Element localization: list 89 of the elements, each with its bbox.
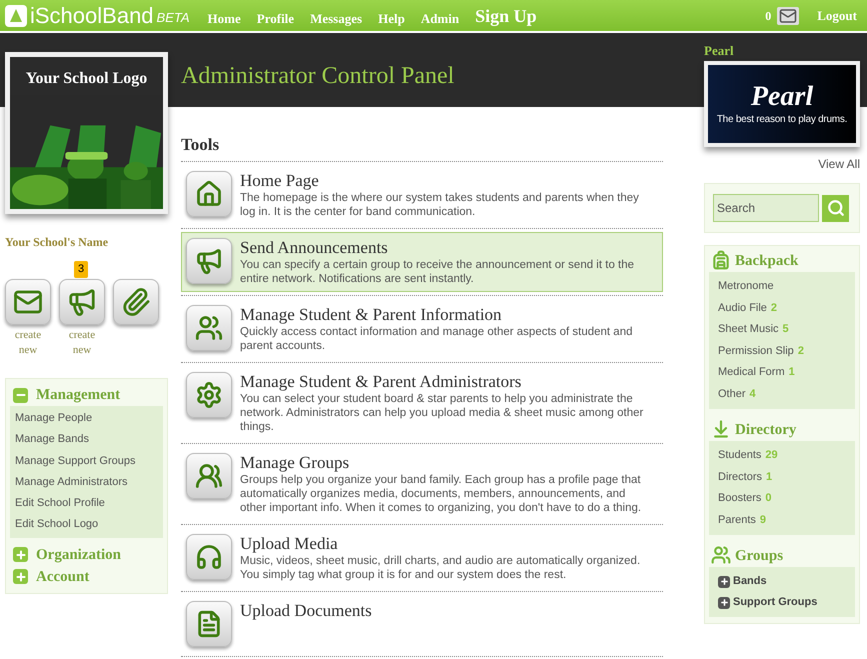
sponsor-label: Pearl [704,42,735,59]
menu-item[interactable]: Manage Administrators [10,472,163,494]
house-tile[interactable] [186,171,232,217]
menu-item[interactable]: Edit School Profile [10,493,163,514]
ad-logo: Pearl [750,82,814,112]
count-badge: 3 [74,261,88,278]
list-item[interactable]: Metronome [718,276,774,298]
tool-item[interactable]: Home Page The homepage is the where our system takes students and parents when they log in. It is the center for band communication. [181,165,663,225]
tool-title: Manage Student & Parent Administrators [240,372,522,391]
tool-item[interactable]: Send Announcements You can specify a certain group to receive the announcement or send it to the entire network. Notifications are sent instantly. [181,232,663,292]
headphones-tile[interactable] [186,534,232,580]
tool-description: Groups help you organize your band family. Each group has a profile page that automatically organizes media, documents, members, announcements, and other important info. When it comes to organizing, you don't have to do a thing. [240,473,642,515]
document-tile[interactable] [186,601,232,647]
ad-tagline: The best reason to play drums. [716,112,848,126]
list-item[interactable]: Parents [718,510,756,531]
tool-description: You can select your student board & star parents to help you administrate the network. Administrators can help you upload media & sheet music among other things. [240,392,644,434]
envelope-icon[interactable] [777,6,800,24]
house-icon [195,180,223,208]
school-name: Your School's Name [5,234,110,251]
envelope-button[interactable] [5,279,51,325]
list-item[interactable]: Students [718,445,762,466]
item-count: 29 [765,448,778,463]
item-count: 5 [782,322,789,337]
menu-item[interactable]: Manage Bands [10,429,163,451]
item-count: 2 [798,344,804,358]
megaphone-icon [67,287,97,317]
page-title: Administrator Control Panel [181,62,456,91]
item-count: 1 [766,470,772,484]
list-item[interactable]: Medical Form [718,362,785,384]
tool-title: Upload Media [240,534,339,553]
section-heading: Tools [181,132,663,162]
sponsor-ad[interactable]: Pearl The best reason to play drums. [704,61,860,147]
expand-icon[interactable] [718,576,730,588]
beta-label: BETA [156,8,190,27]
backpack-icon [711,250,731,270]
paperclip-icon [121,287,151,317]
search-field[interactable]: Search [713,194,819,222]
tool-description: The homepage is the where our system takes students and parents when they log in. It is the center for band communication. [240,191,640,219]
list-item[interactable]: Other [718,384,746,405]
family-icon [195,314,223,342]
people-tile[interactable] [186,453,232,499]
group-link[interactable]: Bands [733,571,767,592]
gear-icon [195,381,223,409]
panel-title: Backpack [735,252,798,270]
paperclip-button[interactable] [113,279,159,325]
expand-icon[interactable] [718,596,730,608]
view-all-link[interactable]: View All [818,155,860,173]
list-item[interactable]: Directors [718,466,762,488]
tool-item[interactable]: Upload Media Music, videos, sheet music, drill charts, and audio are automatically organized. You simply tag what group it is for and our system does the rest. [181,528,663,588]
create-new-link[interactable]: create new [8,328,48,358]
item-count: 4 [750,386,756,402]
megaphone-button[interactable] [59,279,105,325]
list-item[interactable]: Sheet Music [718,319,779,340]
people-icon [195,462,223,490]
people-icon [711,545,731,565]
search-icon [826,199,844,217]
tool-title: Home Page [240,171,320,190]
group-link[interactable]: Support Groups [733,592,818,613]
item-count: 0 [765,491,772,506]
megaphone-icon [195,247,223,275]
tool-description: Quickly access contact information and manage other aspects of student and parent accounts. [240,325,634,353]
list-item[interactable]: Permission Slip [718,340,794,362]
item-count: 2 [770,300,778,316]
tool-item[interactable]: Manage Student & Parent Administrators You can select your student board & star parents to help you administrate the network. Administrators can help you upload media & sheet music among other things. [181,366,663,440]
tool-title: Manage Student & Parent Information [240,305,503,324]
message-count: 0 [765,8,772,24]
logo-text: Your School Logo [24,69,148,89]
tool-description: You can specify a certain group to receive the announcement or send it to the entire network. Notifications are sent instantly. [240,258,636,286]
school-logo[interactable]: Your School Logo [5,52,168,214]
item-count: 9 [760,512,766,528]
tool-item[interactable]: Manage Student & Parent Information Quickly access contact information and manage other aspects of student and parent accounts. [181,299,663,359]
megaphone-tile[interactable] [186,238,232,284]
create-new-link[interactable]: create new [62,328,102,358]
menu-item[interactable]: Edit School Logo [10,514,163,536]
tool-description: Music, videos, sheet music, drill charts, and audio are automatically organized. You simply tag what group it is for and our system does the rest. [240,554,642,582]
tool-item[interactable]: Upload Documents [181,595,663,653]
family-tile[interactable] [186,305,232,351]
tool-title: Manage Groups [240,453,350,472]
tool-title: Send Announcements [240,238,389,257]
item-count: 1 [788,365,795,380]
menu-item[interactable]: Manage Support Groups [10,450,163,472]
panel-title: Groups [735,547,784,565]
headphones-icon [195,543,223,571]
gear-tile[interactable] [186,372,232,418]
tool-title: Upload Documents [240,601,372,620]
list-item[interactable]: Audio File [718,298,767,319]
list-item[interactable]: Boosters [718,488,762,510]
menu-item[interactable]: Manage People [10,408,163,430]
panel-title: Directory [735,421,796,439]
